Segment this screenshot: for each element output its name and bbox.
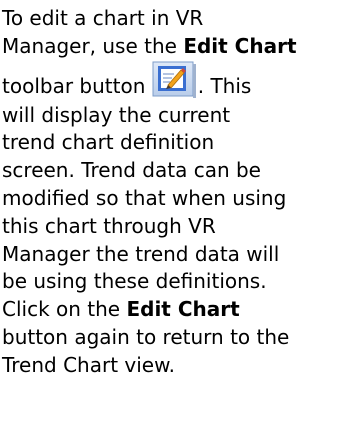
instruction-paragraph: To edit a chart in VR Manager, use the E…: [0, 0, 360, 445]
text-segment: Click on the: [2, 297, 127, 322]
edit-chart-term: Edit Chart: [126, 297, 240, 322]
text-line-9: Manager the trend data will: [2, 241, 360, 269]
text-segment: trend chart definition: [2, 130, 215, 155]
text-line-13: Trend Chart view.: [2, 352, 360, 380]
text-segment: Manager the trend data will: [2, 241, 280, 266]
text-line-12: button again to return to the: [2, 324, 360, 352]
text-segment: will display the current: [2, 102, 231, 127]
text-segment: Manager, use the: [2, 33, 184, 58]
text-line-8: this chart through VR: [2, 213, 360, 241]
text-segment: be using these definitions.: [2, 269, 267, 294]
text-line-6: screen. Trend data can be: [2, 157, 360, 185]
text-segment: this chart through VR: [2, 213, 216, 238]
text-line-1: To edit a chart in VR: [2, 5, 360, 33]
edit-chart-term: Edit Chart: [183, 33, 297, 58]
text-segment: screen. Trend data can be: [2, 158, 261, 183]
text-segment: To edit a chart in VR: [2, 6, 204, 30]
text-line-4: will display the current: [2, 102, 360, 130]
text-line-5: trend chart definition: [2, 129, 360, 157]
edit-chart-icon: [152, 61, 198, 99]
text-line-10: be using these definitions.: [2, 268, 360, 296]
text-segment: button again to return to the: [2, 324, 290, 349]
text-segment: Trend Chart view.: [2, 352, 175, 377]
text-line-11: Click on the Edit Chart: [2, 296, 360, 324]
text-segment: toolbar button: [2, 73, 152, 98]
text-line-2: Manager, use the Edit Chart: [2, 33, 360, 61]
text-segment: . This: [197, 73, 252, 98]
text-line-3: toolbar button . This: [2, 61, 360, 102]
text-line-7: modified so that when using: [2, 185, 360, 213]
text-segment: modified so that when using: [2, 185, 287, 210]
